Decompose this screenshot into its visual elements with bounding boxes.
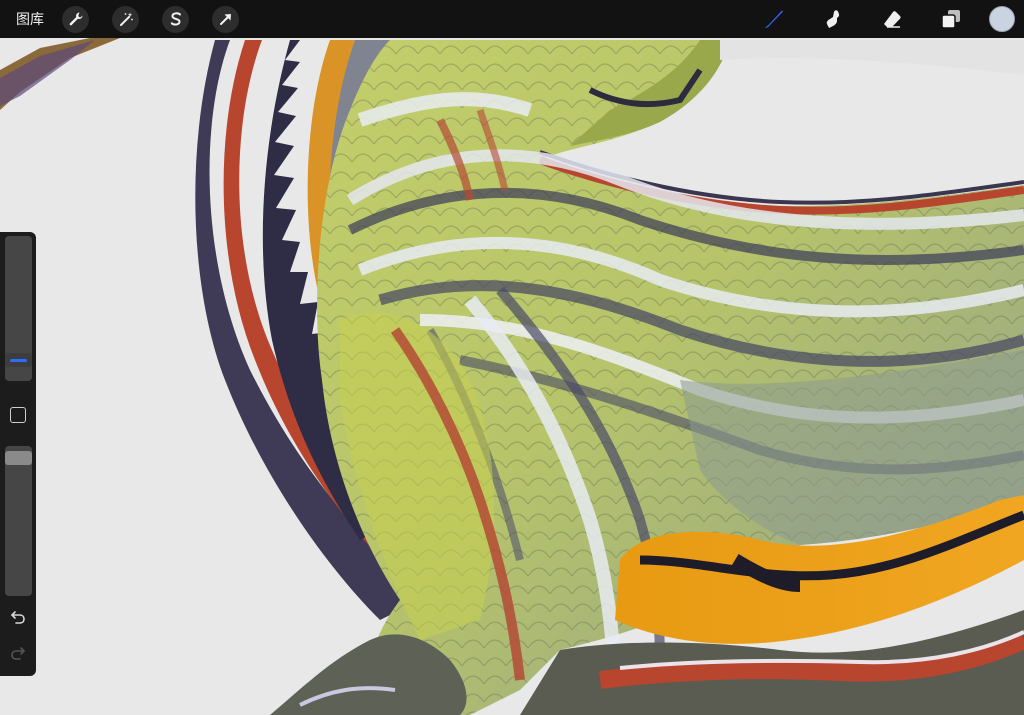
dinosaur-artwork (0, 0, 1024, 715)
layers-button[interactable] (937, 5, 965, 33)
arrow-cursor-icon (219, 14, 231, 25)
sidebar (0, 232, 36, 676)
smudge-button[interactable] (819, 5, 847, 33)
undo-icon (11, 611, 25, 624)
magic-wand-icon (119, 12, 133, 26)
opacity-slider[interactable] (5, 446, 32, 596)
right-tool-group (729, 0, 1024, 38)
eraser-button[interactable] (878, 5, 906, 33)
actions-button[interactable] (62, 5, 89, 33)
brush-size-slider-thumb[interactable] (5, 353, 32, 367)
transform-button[interactable] (212, 5, 239, 33)
brush-icon (765, 10, 783, 28)
smudge-icon (826, 10, 840, 28)
opacity-slider-thumb[interactable] (5, 451, 32, 465)
color-picker-swatch[interactable] (989, 6, 1015, 32)
size-slider-icon (10, 359, 27, 362)
brush-size-slider[interactable] (5, 236, 32, 381)
drawing-canvas[interactable] (0, 0, 1024, 715)
redo-button[interactable] (9, 644, 27, 662)
selection-button[interactable] (162, 5, 189, 33)
undo-button[interactable] (9, 608, 27, 626)
wrench-icon (69, 12, 82, 26)
eraser-icon (884, 11, 901, 28)
top-toolbar: 图库 (0, 0, 1024, 38)
layers-icon (941, 10, 960, 29)
square-icon[interactable] (10, 407, 26, 423)
adjustments-button[interactable] (112, 5, 139, 33)
brush-button[interactable] (760, 5, 788, 33)
redo-icon (11, 647, 25, 660)
selection-s-icon (170, 12, 181, 26)
procreate-app: 图库 (0, 0, 1024, 715)
gallery-button[interactable]: 图库 (16, 9, 44, 29)
